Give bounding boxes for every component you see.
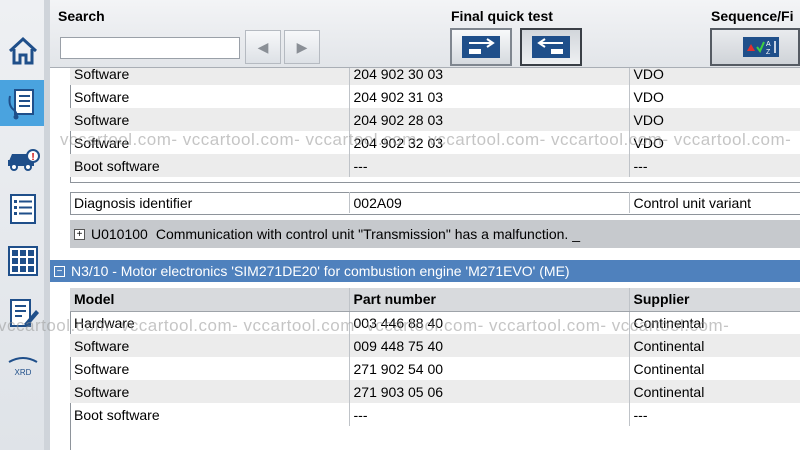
quick-test-receive-button[interactable] <box>520 28 582 66</box>
cell-supplier: VDO <box>629 108 800 131</box>
transfer-left-icon <box>532 36 570 58</box>
cell-supplier: VDO <box>629 68 800 85</box>
header-supplier[interactable]: Supplier <box>629 288 800 312</box>
sidebar-item-diagnosis[interactable] <box>0 80 46 126</box>
cell-model: Software <box>70 334 350 357</box>
cell-part-number: --- <box>349 403 630 426</box>
sidebar-item-xrd[interactable]: XRD <box>0 342 46 388</box>
lower-table: Model Part number Supplier Hardware 003 … <box>70 288 800 426</box>
header-model[interactable]: Model <box>70 288 350 312</box>
sidebar-item-home[interactable] <box>0 28 46 74</box>
cell-model: Software <box>70 108 350 131</box>
svg-text:Z: Z <box>766 49 771 56</box>
sidebar-item-vehicle[interactable]: ! <box>0 134 46 180</box>
home-icon <box>8 36 38 65</box>
search-label: Search <box>58 8 105 24</box>
svg-text:A: A <box>766 41 771 48</box>
fault-row[interactable]: + U010100 Communication with control uni… <box>70 220 800 248</box>
cell-part-number: 009 448 75 40 <box>349 334 630 357</box>
table-row: Boot software --- --- <box>70 403 800 426</box>
collapse-icon[interactable]: − <box>54 265 65 277</box>
header-part-number[interactable]: Part number <box>349 288 630 312</box>
expand-icon[interactable]: + <box>74 228 85 240</box>
table-row: Software 271 902 54 00 Continental <box>70 357 800 380</box>
upper-table: Software 204 902 30 03 VDO Software 204 … <box>70 68 800 177</box>
sort-az-icon: A Z <box>743 37 779 57</box>
cell-part-number: --- <box>349 154 630 177</box>
control-units-icon <box>8 246 38 276</box>
cell-supplier: Continental <box>629 380 800 403</box>
cell-model: Software <box>70 380 350 403</box>
cell-model: Software <box>70 357 350 380</box>
control-unit-variant: Control unit variant <box>629 192 800 213</box>
section-title: N3/10 - Motor electronics 'SIM271DE20' f… <box>71 263 570 279</box>
sidebar-item-control-units[interactable] <box>0 238 46 284</box>
cell-supplier: VDO <box>629 85 800 108</box>
table-header-row: Model Part number Supplier <box>70 288 800 312</box>
table-row: Software 204 902 28 03 VDO <box>70 108 800 131</box>
cell-model: Boot software <box>70 403 350 426</box>
xrd-icon: XRD <box>8 357 38 377</box>
cell-part-number: 271 903 05 06 <box>349 380 630 403</box>
table-row: Boot software --- --- <box>70 154 800 177</box>
vehicle-icon: ! <box>8 149 40 171</box>
table-row: Software 204 902 30 03 VDO <box>70 68 800 85</box>
cell-part-number: 204 902 31 03 <box>349 85 630 108</box>
cell-part-number: 204 902 28 03 <box>349 108 630 131</box>
watermark: vccartool.com- vccartool.com- vccartool.… <box>60 130 792 149</box>
cell-part-number: 271 902 54 00 <box>349 357 630 380</box>
diagnosis-value: 002A09 <box>349 192 630 213</box>
fault-code: U010100 <box>91 226 148 242</box>
cell-model: Software <box>70 85 350 108</box>
sidebar: ! XRD <box>0 0 48 450</box>
forward-button[interactable]: ▶ <box>284 30 320 64</box>
cell-part-number: 204 902 30 03 <box>349 68 630 85</box>
diagnosis-icon <box>8 89 34 120</box>
cell-model: Boot software <box>70 154 350 177</box>
svg-text:!: ! <box>31 152 34 163</box>
table-row: Software 271 903 05 06 Continental <box>70 380 800 403</box>
toolbar: Search ◀ ▶ Final quick test Sequence/Fi … <box>50 0 800 68</box>
arrow-right-icon: ▶ <box>296 38 308 55</box>
final-quick-test-label: Final quick test <box>451 8 553 24</box>
table-row: Software 204 902 31 03 VDO <box>70 85 800 108</box>
fault-text: Communication with control unit "Transmi… <box>155 226 580 242</box>
diagnosis-table: Diagnosis identifier 002A09 Control unit… <box>70 192 800 213</box>
cell-model: Software <box>70 68 350 85</box>
search-input[interactable] <box>60 37 240 59</box>
sidebar-item-list[interactable] <box>0 186 46 232</box>
xrd-label: XRD <box>15 368 32 377</box>
section-header[interactable]: − N3/10 - Motor electronics 'SIM271DE20'… <box>50 260 800 282</box>
table-row: Diagnosis identifier 002A09 Control unit… <box>70 192 800 213</box>
diagnosis-label: Diagnosis identifier <box>70 192 350 213</box>
back-button[interactable]: ◀ <box>245 30 281 64</box>
arrow-left-icon: ◀ <box>257 38 269 55</box>
table-row: Software 009 448 75 40 Continental <box>70 334 800 357</box>
watermark: vccartool.com- vccartool.com- vccartool.… <box>0 316 730 335</box>
cell-supplier: Continental <box>629 334 800 357</box>
sequence-label: Sequence/Fi <box>711 8 794 24</box>
main-content: Software 204 902 30 03 VDO Software 204 … <box>50 68 800 450</box>
cell-supplier: Continental <box>629 357 800 380</box>
list-icon <box>10 194 36 224</box>
cell-supplier: --- <box>629 403 800 426</box>
cell-supplier: --- <box>629 154 800 177</box>
sequence-filter-button[interactable]: A Z <box>710 28 800 66</box>
transfer-right-icon <box>462 36 500 58</box>
quick-test-send-button[interactable] <box>450 28 512 66</box>
